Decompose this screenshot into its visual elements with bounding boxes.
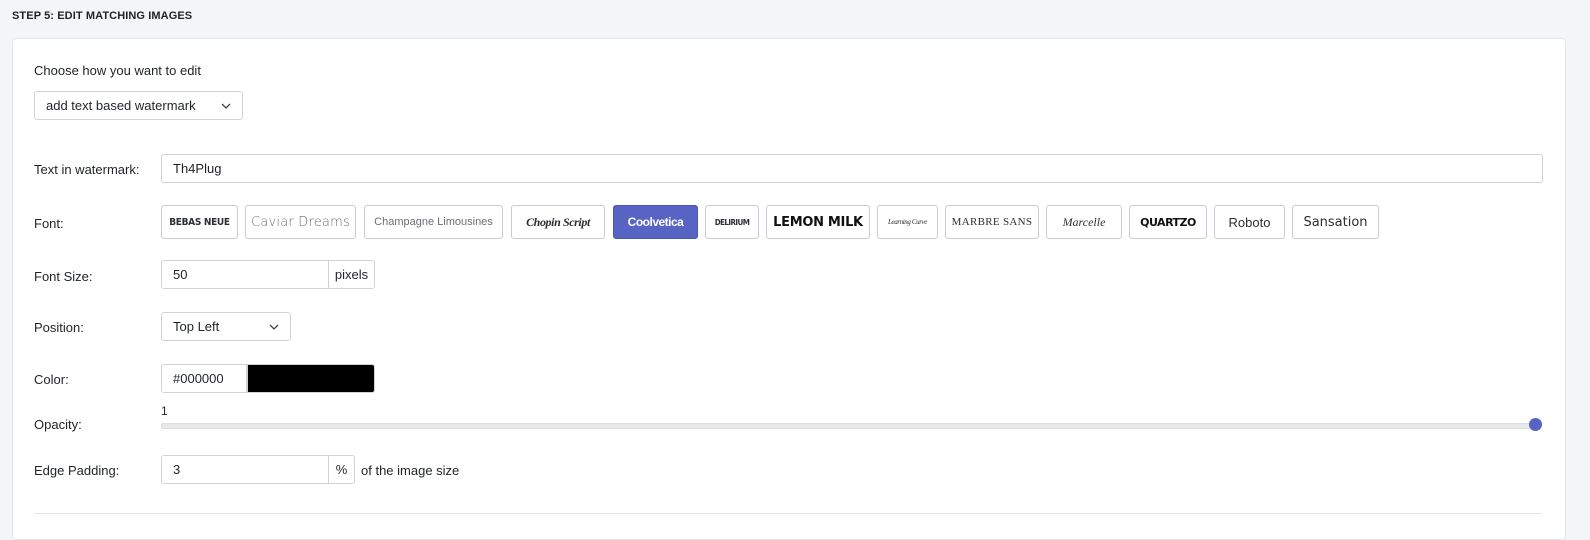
font-size-value: 50 xyxy=(173,267,188,282)
divider xyxy=(34,513,1542,514)
chevron-down-icon xyxy=(269,324,279,330)
edit-mode-select[interactable]: add text based watermark xyxy=(34,91,243,120)
edit-mode-value: add text based watermark xyxy=(46,98,196,113)
font-size-label: Font Size: xyxy=(34,269,93,284)
font-option-roboto[interactable]: Roboto xyxy=(1214,205,1285,239)
font-option-sansation[interactable]: Sansation xyxy=(1292,205,1379,239)
font-option-caviar-dreams[interactable]: Caviar Dreams xyxy=(245,205,356,239)
edge-padding-unit: % xyxy=(329,455,355,484)
font-option-bebas-neue[interactable]: BEBAS NEUE xyxy=(161,205,238,239)
font-size-input[interactable]: 50 xyxy=(161,260,329,289)
color-hex-value: #000000 xyxy=(173,371,224,386)
step-title: STEP 5: EDIT MATCHING IMAGES xyxy=(12,10,193,22)
position-value: Top Left xyxy=(173,319,220,334)
edge-padding-suffix: of the image size xyxy=(361,463,460,478)
edge-padding-input[interactable]: 3 xyxy=(161,455,329,484)
watermark-text-value: Th4Plug xyxy=(173,161,222,176)
color-label: Color: xyxy=(34,372,69,387)
opacity-slider-thumb[interactable] xyxy=(1529,418,1542,431)
chevron-down-icon xyxy=(221,103,231,109)
font-option-lemon-milk[interactable]: LEMON MILK xyxy=(766,205,870,239)
color-hex-input[interactable]: #000000 xyxy=(161,364,247,393)
watermark-text-input[interactable]: Th4Plug xyxy=(161,154,1543,183)
opacity-value: 1 xyxy=(161,404,168,418)
position-label: Position: xyxy=(34,320,84,335)
font-option-learning-curve[interactable]: Learning Curve xyxy=(877,205,938,239)
font-option-delirium[interactable]: DELIRIUM xyxy=(705,205,759,239)
font-option-chopin-script[interactable]: Chopin Script xyxy=(511,205,605,239)
font-option-marcelle[interactable]: Marcelle xyxy=(1046,205,1122,239)
font-label: Font: xyxy=(34,216,64,231)
opacity-label: Opacity: xyxy=(34,417,82,432)
edge-padding-value: 3 xyxy=(173,462,181,477)
font-option-coolvetica[interactable]: Coolvetica xyxy=(613,205,698,239)
font-size-unit: pixels xyxy=(329,260,375,289)
font-option-quartzo[interactable]: QUARTZO xyxy=(1129,205,1207,239)
font-option-champagne-limousines[interactable]: Champagne Limousines xyxy=(364,205,503,239)
font-option-marbre-sans[interactable]: MARBRE SANS xyxy=(945,205,1039,239)
opacity-slider-track[interactable] xyxy=(161,423,1539,429)
edit-images-card: Choose how you want to edit add text bas… xyxy=(12,38,1566,540)
color-swatch[interactable] xyxy=(247,364,375,393)
watermark-text-label: Text in watermark: xyxy=(34,162,140,177)
position-select[interactable]: Top Left xyxy=(161,312,291,341)
edge-padding-label: Edge Padding: xyxy=(34,463,120,478)
edit-mode-label: Choose how you want to edit xyxy=(34,63,201,78)
